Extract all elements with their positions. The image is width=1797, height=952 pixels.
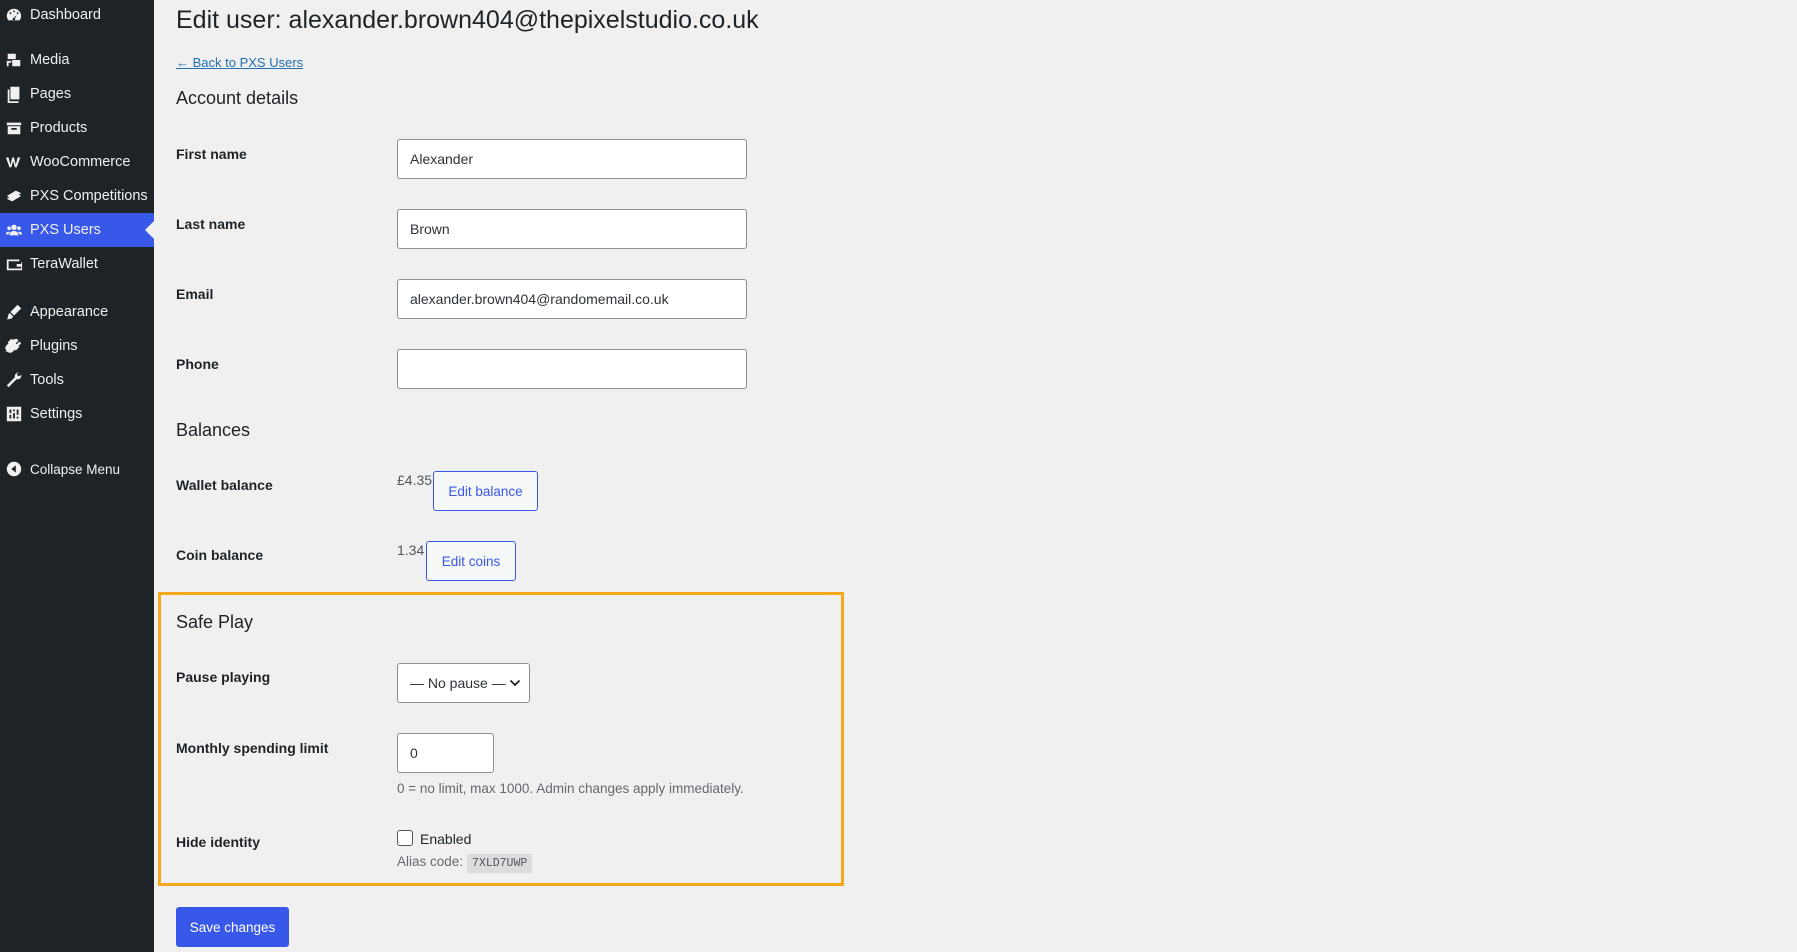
email-label: Email [176,286,214,302]
appearance-icon [4,302,24,322]
first-name-label: First name [176,146,247,162]
sidebar-item-appearance[interactable]: Appearance [0,295,154,329]
sidebar-item-label: Collapse Menu [30,461,121,477]
sidebar-item-label: TeraWallet [30,256,98,272]
pause-playing-select[interactable]: — No pause — [397,663,530,703]
sidebar-item-label: Dashboard [30,7,101,23]
wallet-balance-value: £4.35 [397,472,433,488]
sidebar-item-label: Appearance [30,304,109,320]
safe-play-highlight [158,592,844,886]
users-icon [4,220,24,240]
safe-play-heading: Safe Play [176,612,254,632]
sidebar-item-pages[interactable]: Pages [0,77,154,111]
pause-playing-label: Pause playing [176,669,271,685]
coin-balance-label: Coin balance [176,547,264,563]
last-name-label: Last name [176,216,246,232]
sidebar-item-products[interactable]: Products [0,111,154,145]
woocommerce-icon [4,152,24,172]
sidebar-item-label: Pages [30,86,72,102]
alias-code-label: Alias code: [397,854,464,869]
competitions-icon [4,186,24,206]
wallet-icon [4,254,24,274]
sidebar-item-label: Plugins [30,338,78,354]
sidebar-item-media[interactable]: Media [0,43,154,77]
alias-code-row: Alias code: 7XLD7UWP [397,854,533,873]
hide-identity-checkbox[interactable] [397,830,413,846]
coin-balance-value: 1.34 [397,542,425,558]
email-input[interactable]: alexander.brown404@randomemail.co.uk [397,279,747,319]
dashboard-icon [4,5,24,25]
sidebar-item-plugins[interactable]: Plugins [0,329,154,363]
plugins-icon [4,336,24,356]
alias-code-value: 7XLD7UWP [467,854,533,873]
sidebar-item-label: PXS Users [30,222,101,238]
hide-identity-checkbox-label: Enabled [420,831,472,847]
sidebar-item-label: Products [30,120,88,136]
sidebar-item-label: Media [30,52,70,68]
save-changes-button[interactable]: Save changes [176,907,289,947]
main-content: Edit user: alexander.brown404@thepixelst… [154,0,1797,952]
monthly-limit-input[interactable]: 0 [397,733,494,773]
sidebar-item-tools[interactable]: Tools [0,363,154,397]
sidebar-item-label: Settings [30,406,83,422]
sidebar-item-dashboard[interactable]: Dashboard [0,0,154,32]
products-icon [4,118,24,138]
page-title: Edit user: alexander.brown404@thepixelst… [176,6,759,34]
sidebar-item-label: Tools [30,372,64,388]
pause-playing-selected: — No pause — [410,675,506,691]
balances-heading: Balances [176,420,251,440]
admin-sidebar: Dashboard Media Pages Products WooCommer… [0,0,154,952]
sidebar-item-label: PXS Competitions [30,188,148,204]
last-name-input[interactable]: Brown [397,209,747,249]
collapse-icon [4,459,24,479]
back-to-users-link[interactable]: ← Back to PXS Users [176,55,303,70]
last-name-value: Brown [410,221,450,237]
pages-icon [4,84,24,104]
edit-balance-button[interactable]: Edit balance [433,471,538,511]
wallet-balance-label: Wallet balance [176,477,273,493]
sidebar-item-settings[interactable]: Settings [0,397,154,431]
email-value: alexander.brown404@randomemail.co.uk [410,291,669,307]
settings-icon [4,404,24,424]
sidebar-item-terawallet[interactable]: TeraWallet [0,247,154,281]
media-icon [4,50,24,70]
sidebar-item-pxs-users[interactable]: PXS Users [0,213,154,247]
tools-icon [4,370,24,390]
edit-coins-button[interactable]: Edit coins [426,541,516,581]
sidebar-item-woocommerce[interactable]: WooCommerce [0,145,154,179]
account-details-heading: Account details [176,88,299,108]
monthly-limit-value: 0 [410,745,418,761]
monthly-limit-label: Monthly spending limit [176,740,329,756]
hide-identity-label: Hide identity [176,834,261,850]
sidebar-item-label: WooCommerce [30,154,131,170]
sidebar-item-pxs-competitions[interactable]: PXS Competitions [0,179,154,213]
chevron-down-icon [509,677,521,689]
phone-label: Phone [176,356,219,372]
first-name-input[interactable]: Alexander [397,139,747,179]
monthly-limit-help: 0 = no limit, max 1000. Admin changes ap… [397,781,744,796]
collapse-menu-button[interactable]: Collapse Menu [0,452,154,486]
first-name-value: Alexander [410,151,474,167]
phone-input[interactable] [397,349,747,389]
